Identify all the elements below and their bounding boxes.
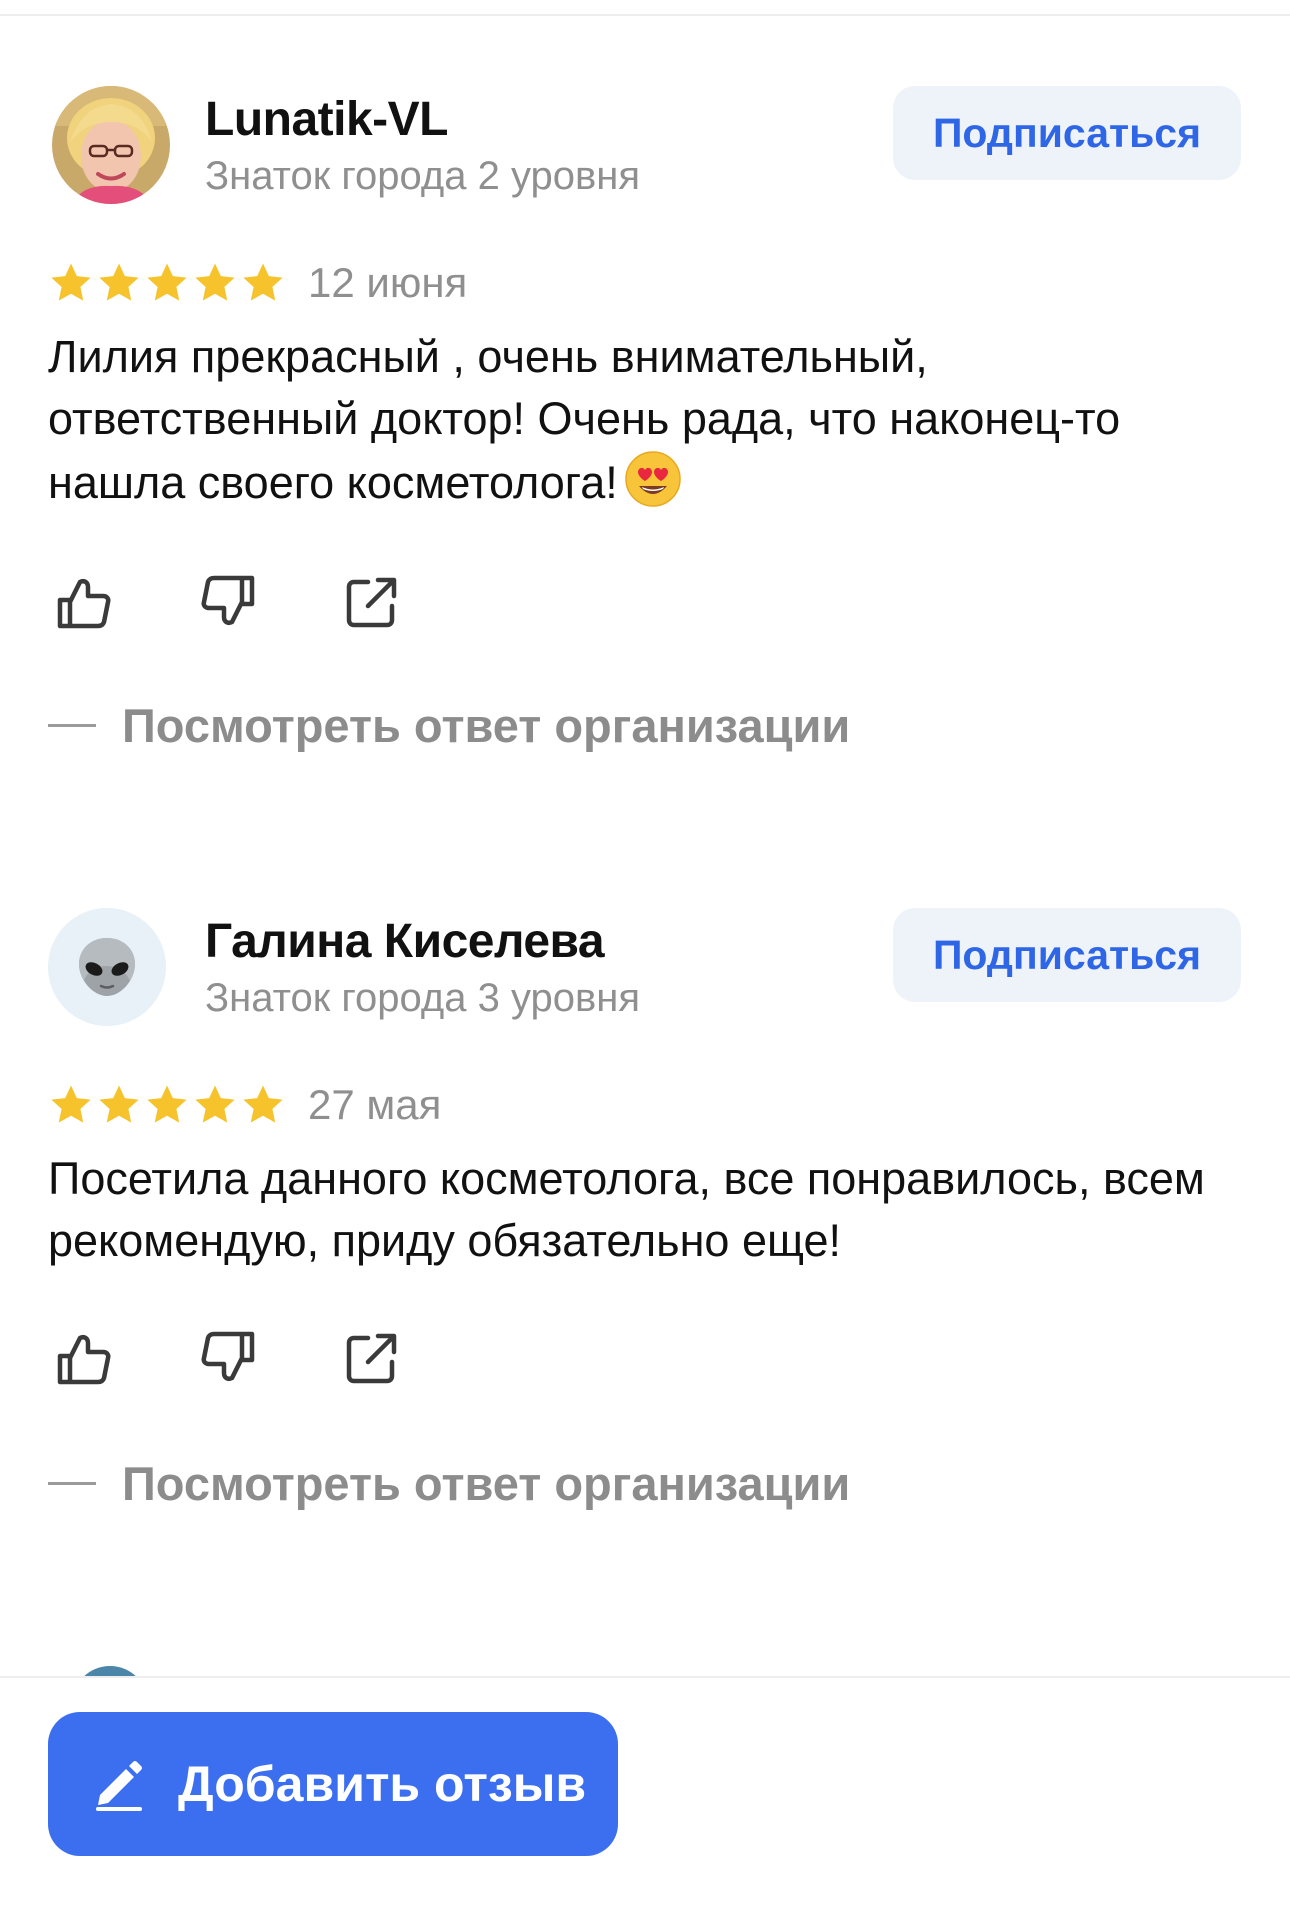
- like-button[interactable]: [52, 1326, 116, 1390]
- view-org-response-link[interactable]: Посмотреть ответ организации: [48, 1456, 850, 1511]
- star-icon: [147, 1085, 187, 1123]
- author-level: Знаток города 2 уровня: [205, 154, 641, 198]
- review-actions: [52, 1326, 404, 1390]
- share-button[interactable]: [340, 570, 404, 634]
- like-button[interactable]: [52, 570, 116, 634]
- dislike-button[interactable]: [196, 1326, 260, 1390]
- share-icon: [346, 1333, 397, 1384]
- org-response-label: Посмотреть ответ организации: [122, 1457, 851, 1510]
- user-photo: [52, 86, 170, 204]
- star-rating: [48, 1082, 286, 1128]
- top-divider: [0, 14, 1290, 16]
- star-icon: [195, 1085, 235, 1123]
- share-button[interactable]: [340, 1326, 404, 1390]
- thumbs-down-icon: [201, 575, 255, 626]
- reviews-screen: Lunatik-VL Знаток города 2 уровня Подпис…: [0, 0, 1290, 1927]
- thumbs-down-icon: [201, 1331, 255, 1382]
- add-review-button[interactable]: Добавить отзыв: [48, 1712, 618, 1856]
- author-name[interactable]: Lunatik-VL: [205, 92, 449, 147]
- rating-row: 27 мая: [48, 1078, 441, 1132]
- star-icon: [51, 263, 91, 301]
- star-icon: [243, 263, 283, 301]
- review-actions: [52, 570, 404, 634]
- pencil-icon: [96, 1761, 142, 1811]
- review-date: 12 июня: [308, 259, 468, 306]
- author-name[interactable]: Галина Киселева: [205, 914, 605, 969]
- review-date: 27 мая: [308, 1081, 442, 1128]
- star-icon: [51, 1085, 91, 1123]
- heart-eyes-emoji: [624, 450, 682, 508]
- org-response-label: Посмотреть ответ организации: [122, 699, 851, 752]
- add-review-label: Добавить отзыв: [178, 1756, 587, 1812]
- share-icon: [346, 577, 397, 628]
- star-icon: [99, 1085, 139, 1123]
- star-icon: [147, 263, 187, 301]
- subscribe-button[interactable]: Подписаться: [893, 86, 1241, 180]
- dash-divider: [48, 1482, 96, 1485]
- dislike-button[interactable]: [196, 570, 260, 634]
- view-org-response-link[interactable]: Посмотреть ответ организации: [48, 698, 850, 753]
- star-rating: [48, 260, 286, 306]
- thumbs-up-icon: [57, 578, 111, 629]
- avatar[interactable]: [48, 908, 166, 1026]
- review-text: Посетила данного косметолога, все понрав…: [48, 1153, 1205, 1266]
- star-icon: [99, 263, 139, 301]
- author-level: Знаток города 3 уровня: [205, 976, 641, 1020]
- review-text-body: Лилия прекрасный , очень внимательный, о…: [48, 331, 1121, 508]
- star-icon: [195, 263, 235, 301]
- alien-icon: [48, 908, 166, 1026]
- thumbs-up-icon: [57, 1334, 111, 1385]
- rating-row: 12 июня: [48, 256, 467, 310]
- dash-divider: [48, 724, 96, 727]
- subscribe-button[interactable]: Подписаться: [893, 908, 1241, 1002]
- avatar[interactable]: [52, 86, 170, 204]
- star-icon: [243, 1085, 283, 1123]
- review-text: Лилия прекрасный , очень внимательный, о…: [48, 326, 1248, 514]
